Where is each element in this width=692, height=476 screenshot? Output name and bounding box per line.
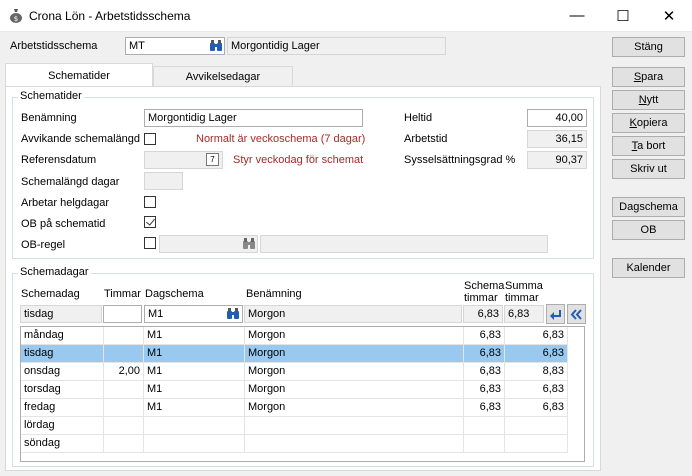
schemalangd-input[interactable] bbox=[144, 172, 183, 190]
arbetstid-label: Arbetstid bbox=[404, 133, 448, 145]
window-title: Crona Lön - Arbetstidsschema bbox=[29, 9, 191, 23]
syss-label: Sysselsättningsgrad % bbox=[404, 154, 516, 166]
benamning-label: Benämning bbox=[21, 112, 77, 124]
heltid-label: Heltid bbox=[404, 112, 433, 124]
maximize-icon: ☐ bbox=[616, 7, 630, 25]
table-row[interactable]: torsdag M1 Morgon 6,83 6,83 bbox=[21, 381, 568, 399]
calendar-button[interactable]: Kalender bbox=[612, 258, 685, 278]
binoculars-icon[interactable] bbox=[209, 40, 223, 52]
edit-day-field: tisdag bbox=[20, 305, 102, 323]
minimize-icon: — bbox=[569, 7, 585, 24]
col-schema-timmar: Schema timmar bbox=[464, 280, 505, 304]
money-bag-icon: $ bbox=[10, 9, 22, 23]
dagschema-search-icon[interactable] bbox=[226, 308, 240, 320]
avvikande-note: Normalt är veckoschema (7 dagar) bbox=[196, 133, 366, 145]
avvikande-checkbox[interactable] bbox=[144, 133, 156, 145]
save-button[interactable]: Spara bbox=[612, 67, 685, 87]
edit-schema-timmar-field: 6,83 bbox=[463, 305, 503, 323]
maximize-button[interactable]: ☐ bbox=[600, 0, 646, 31]
schemadagar-grid[interactable]: måndag M1 Morgon 6,83 6,83 tisdag M1 Mor… bbox=[20, 326, 585, 462]
edit-timmar-input[interactable] bbox=[103, 305, 142, 323]
referensdatum-note: Styr veckodag för schemat bbox=[233, 154, 364, 166]
calendar-icon[interactable]: 7 bbox=[206, 153, 219, 166]
ob-pa-schematid-label: OB på schematid bbox=[21, 218, 106, 230]
ob-button[interactable]: OB bbox=[612, 220, 685, 240]
ob-pa-schematid-checkbox[interactable] bbox=[144, 216, 156, 228]
double-chevron-left-icon bbox=[570, 308, 582, 320]
col-benamning: Benämning bbox=[246, 288, 302, 300]
new-button[interactable]: Nytt bbox=[612, 90, 685, 110]
col-schemadag: Schemadag bbox=[21, 288, 80, 300]
schemadagar-group-title: Schemadagar bbox=[18, 266, 91, 278]
schedule-name-field: Morgontidig Lager bbox=[227, 37, 446, 55]
table-row[interactable]: måndag M1 Morgon 6,83 6,83 bbox=[21, 327, 568, 345]
close-window-button[interactable]: Stäng bbox=[612, 37, 685, 57]
print-button[interactable]: Skriv ut bbox=[612, 159, 685, 179]
arbetar-helgdagar-checkbox[interactable] bbox=[144, 196, 156, 208]
edit-summa-timmar-field: 6,83 bbox=[504, 305, 544, 323]
arbetstidsschema-label: Arbetstidsschema bbox=[10, 40, 98, 52]
syss-field: 90,37 bbox=[527, 151, 587, 169]
table-row[interactable]: fredag M1 Morgon 6,83 6,83 bbox=[21, 399, 568, 417]
table-row[interactable]: onsdag 2,00 M1 Morgon 6,83 8,83 bbox=[21, 363, 568, 381]
ob-regel-label: OB-regel bbox=[21, 239, 66, 251]
col-timmar: Timmar bbox=[104, 288, 141, 300]
col-summa-timmar: Summa timmar bbox=[505, 280, 543, 304]
avvikande-label: Avvikande schemalängd bbox=[21, 133, 141, 145]
schematider-group-title: Schematider bbox=[18, 90, 84, 102]
close-button[interactable]: ✕ bbox=[646, 0, 692, 31]
title-bar: $ Crona Lön - Arbetstidsschema — ☐ ✕ bbox=[0, 0, 692, 32]
benamning-input[interactable]: Morgontidig Lager bbox=[144, 109, 363, 127]
ob-regel-name-field bbox=[260, 235, 548, 253]
schemalangd-label: Schemalängd dagar bbox=[21, 176, 120, 188]
enter-arrow-icon bbox=[550, 309, 561, 320]
day-schedule-button[interactable]: Dagschema bbox=[612, 197, 685, 217]
table-row[interactable]: lördag bbox=[21, 417, 568, 435]
tab-schematider[interactable]: Schematider bbox=[5, 63, 153, 87]
col-dagschema: Dagschema bbox=[145, 288, 204, 300]
table-row[interactable]: söndag bbox=[21, 435, 568, 453]
arbetar-helgdagar-label: Arbetar helgdagar bbox=[21, 197, 110, 209]
arbetstid-field: 36,15 bbox=[527, 130, 587, 148]
ob-regel-checkbox[interactable] bbox=[144, 237, 156, 249]
delete-button[interactable]: Ta bort bbox=[612, 136, 685, 156]
tab-avvikelsedagar[interactable]: Avvikelsedagar bbox=[153, 66, 293, 86]
minimize-button[interactable]: — bbox=[554, 0, 600, 31]
svg-text:$: $ bbox=[14, 15, 18, 23]
collapse-button[interactable] bbox=[567, 304, 586, 324]
copy-button[interactable]: Kopiera bbox=[612, 113, 685, 133]
table-row-selected[interactable]: tisdag M1 Morgon 6,83 6,83 bbox=[21, 345, 568, 363]
enter-row-button[interactable] bbox=[546, 304, 565, 324]
heltid-input[interactable]: 40,00 bbox=[527, 109, 587, 127]
referensdatum-label: Referensdatum bbox=[21, 154, 97, 166]
ob-regel-search-icon[interactable] bbox=[242, 238, 256, 250]
close-icon: ✕ bbox=[662, 7, 676, 25]
edit-benamning-field: Morgon bbox=[244, 305, 462, 323]
